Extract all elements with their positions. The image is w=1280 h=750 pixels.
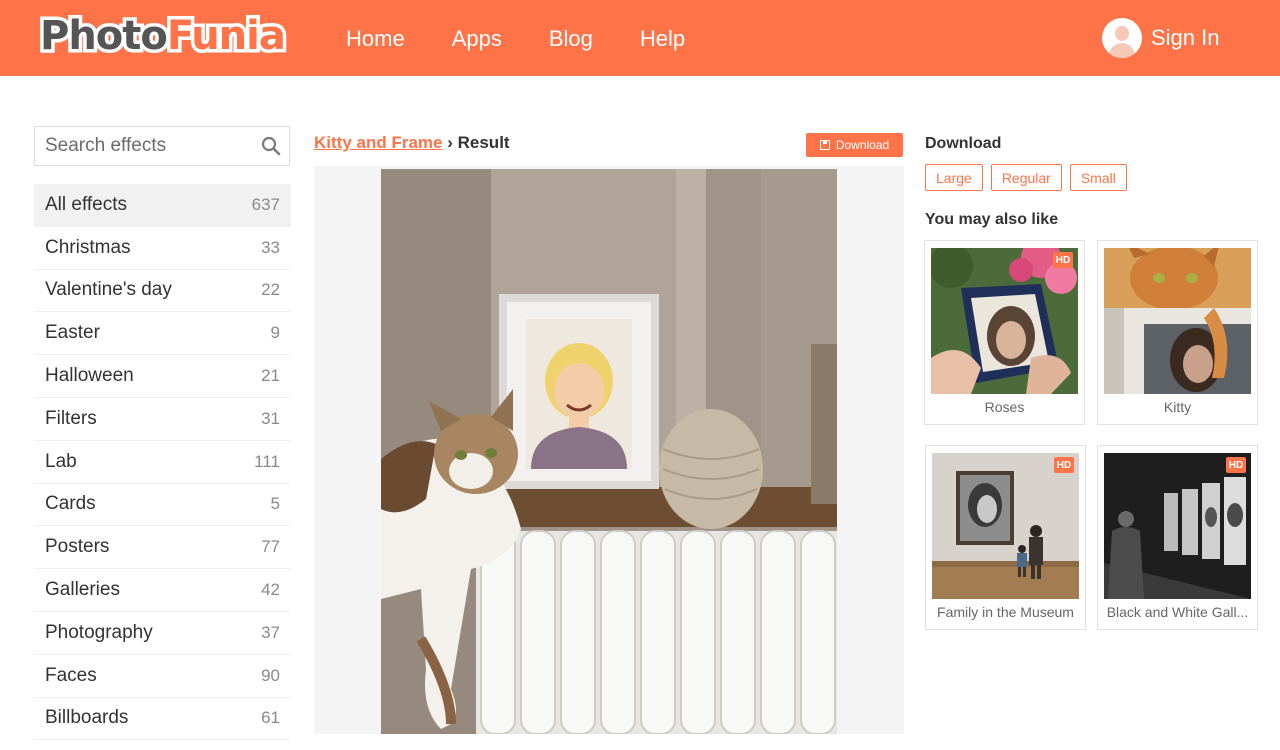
category-count: 22 bbox=[261, 280, 280, 300]
you-may-also-like-heading: You may also like bbox=[925, 211, 1059, 228]
category-all-effects[interactable]: All effects 637 bbox=[34, 184, 291, 227]
suggestion-card-kitty[interactable]: Kitty bbox=[1097, 240, 1258, 425]
category-count: 9 bbox=[270, 323, 280, 343]
sign-in-button[interactable]: Sign In bbox=[1102, 18, 1220, 58]
category-lab[interactable]: Lab 111 bbox=[34, 441, 291, 484]
suggestion-thumbnail bbox=[1104, 453, 1251, 599]
category-count: 31 bbox=[261, 408, 280, 428]
top-header: Photo Funia Home Apps Blog Help Sign In bbox=[0, 0, 1280, 76]
category-halloween[interactable]: Halloween 21 bbox=[34, 355, 291, 398]
category-count: 77 bbox=[261, 537, 280, 557]
category-label: Galleries bbox=[45, 579, 120, 601]
category-count: 61 bbox=[261, 708, 280, 728]
hd-badge: HD bbox=[1226, 457, 1246, 473]
nav-apps[interactable]: Apps bbox=[452, 24, 502, 54]
download-button-label: Download bbox=[835, 138, 890, 152]
breadcrumb-current: Result bbox=[457, 133, 510, 152]
user-avatar-icon bbox=[1102, 18, 1142, 58]
category-label: All effects bbox=[45, 193, 128, 215]
search-icon[interactable] bbox=[261, 136, 281, 156]
main-nav: Home Apps Blog Help bbox=[346, 24, 732, 54]
category-label: Posters bbox=[45, 536, 110, 558]
category-faces[interactable]: Faces 90 bbox=[34, 655, 291, 698]
category-label: Lab bbox=[45, 450, 77, 472]
category-cards[interactable]: Cards 5 bbox=[34, 484, 291, 527]
nav-blog[interactable]: Blog bbox=[549, 24, 593, 54]
category-label: Billboards bbox=[45, 707, 129, 729]
photofunia-logo[interactable]: Photo Funia bbox=[37, 10, 290, 63]
category-posters[interactable]: Posters 77 bbox=[34, 526, 291, 570]
category-christmas[interactable]: Christmas 33 bbox=[34, 227, 291, 270]
download-sizes: Large Regular Small bbox=[925, 164, 1135, 191]
category-list: All effects 637 Christmas 33 Valentine's… bbox=[34, 184, 291, 741]
hd-badge: HD bbox=[1053, 252, 1073, 268]
suggestion-card-family-in-the-museum[interactable]: HD Family in the Museum bbox=[925, 445, 1086, 630]
category-billboards[interactable]: Billboards 61 bbox=[34, 698, 291, 741]
logo-text-photo: Photo bbox=[37, 10, 172, 63]
category-filters[interactable]: Filters 31 bbox=[34, 398, 291, 441]
category-photography[interactable]: Photography 37 bbox=[34, 612, 291, 655]
floppy-disk-icon bbox=[819, 140, 830, 150]
category-galleries[interactable]: Galleries 42 bbox=[34, 569, 291, 612]
hd-badge: HD bbox=[1054, 457, 1074, 473]
suggestion-thumbnail bbox=[1104, 248, 1251, 394]
category-label: Cards bbox=[45, 493, 96, 515]
category-label: Photography bbox=[45, 621, 153, 643]
category-valentines-day[interactable]: Valentine's day 22 bbox=[34, 270, 291, 313]
category-count: 37 bbox=[261, 622, 280, 642]
suggestion-card-black-and-white-gallery[interactable]: HD Black and White Gall... bbox=[1097, 445, 1258, 630]
category-count: 33 bbox=[261, 237, 280, 257]
download-regular-button[interactable]: Regular bbox=[990, 164, 1062, 191]
logo-text-funia: Funia bbox=[163, 10, 289, 63]
category-count: 111 bbox=[254, 451, 280, 471]
suggestion-thumbnail bbox=[931, 248, 1078, 394]
sign-in-label: Sign In bbox=[1151, 25, 1220, 50]
search-input[interactable] bbox=[35, 127, 245, 165]
suggestion-label: Family in the Museum bbox=[937, 604, 1074, 620]
category-count: 637 bbox=[251, 194, 280, 214]
search-box bbox=[34, 126, 290, 166]
category-count: 21 bbox=[261, 366, 280, 386]
download-heading: Download bbox=[925, 135, 1002, 152]
category-count: 90 bbox=[261, 665, 280, 685]
category-easter[interactable]: Easter 9 bbox=[34, 312, 291, 356]
result-image[interactable] bbox=[381, 169, 837, 734]
suggestion-card-roses[interactable]: HD Roses bbox=[924, 240, 1085, 425]
category-count: 42 bbox=[261, 580, 280, 600]
download-large-button[interactable]: Large bbox=[925, 164, 983, 191]
category-label: Halloween bbox=[45, 365, 134, 387]
breadcrumb: Kitty and Frame › Result bbox=[314, 133, 510, 153]
suggestion-label: Black and White Gall... bbox=[1106, 604, 1249, 620]
category-label: Christmas bbox=[45, 236, 131, 258]
breadcrumb-separator: › bbox=[447, 133, 453, 152]
suggestion-label: Kitty bbox=[1163, 399, 1192, 415]
suggestion-thumbnail bbox=[932, 453, 1079, 599]
nav-help[interactable]: Help bbox=[640, 24, 685, 54]
category-label: Filters bbox=[45, 407, 97, 429]
nav-home[interactable]: Home bbox=[346, 24, 405, 54]
suggestion-label: Roses bbox=[984, 399, 1025, 415]
category-label: Faces bbox=[45, 664, 97, 686]
breadcrumb-effect-link[interactable]: Kitty and Frame bbox=[314, 133, 442, 152]
category-label: Valentine's day bbox=[45, 279, 172, 301]
category-count: 5 bbox=[270, 494, 280, 514]
download-button[interactable]: Download bbox=[806, 133, 903, 157]
category-label: Easter bbox=[45, 322, 100, 344]
download-small-button[interactable]: Small bbox=[1069, 164, 1127, 191]
